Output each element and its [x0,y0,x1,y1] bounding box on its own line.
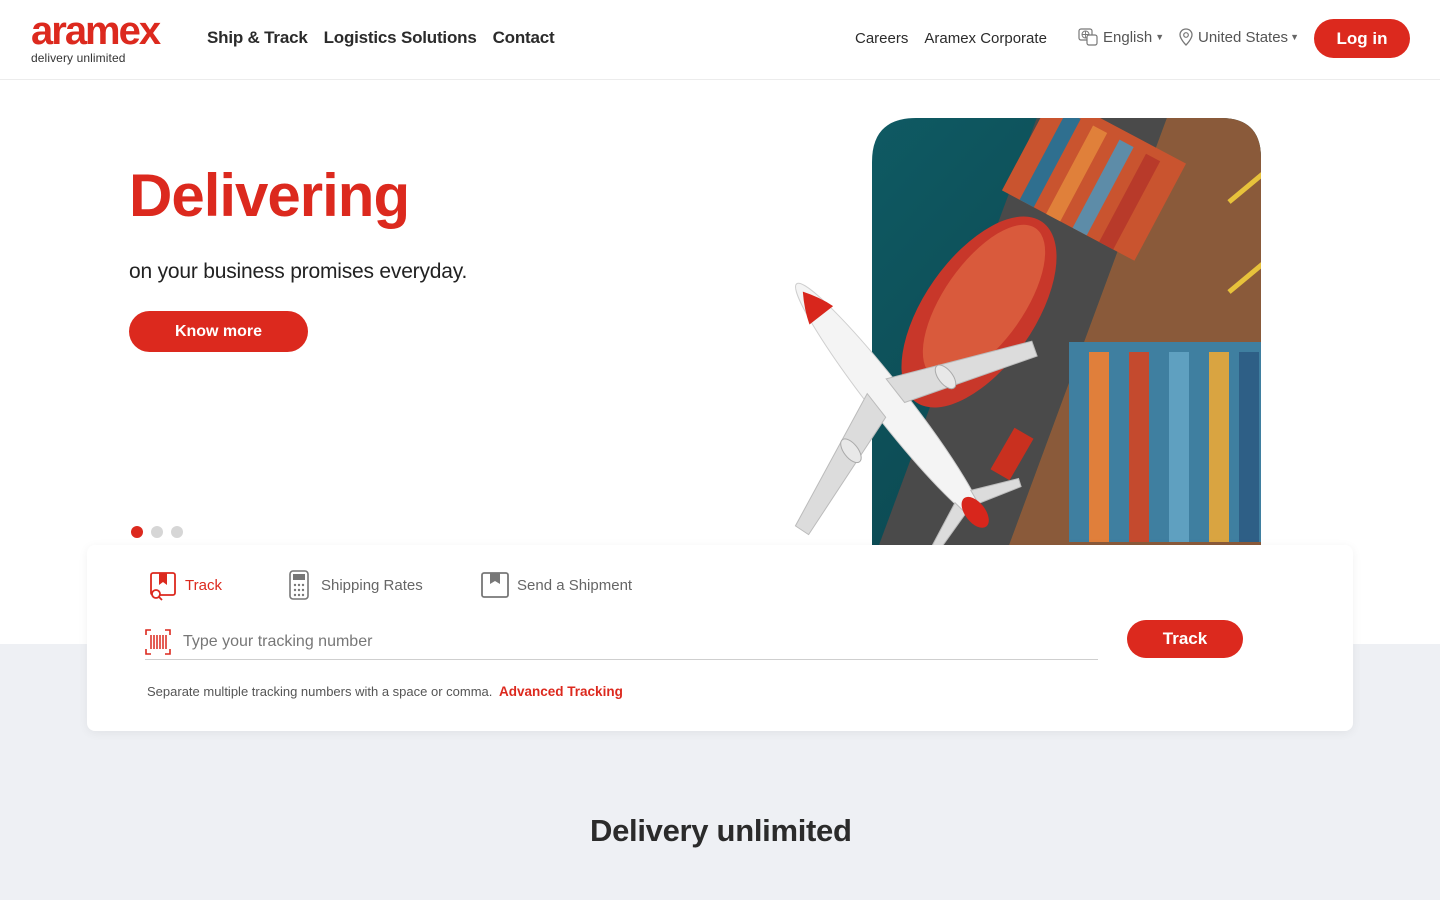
carousel-dot-3[interactable] [171,526,183,538]
nav-contact[interactable]: Contact [493,28,555,48]
location-pin-icon [1179,28,1193,46]
country-label: United States [1198,28,1289,46]
carousel-dot-1[interactable] [131,526,143,538]
tracking-input-row [145,624,1098,660]
track-button[interactable]: Track [1127,620,1243,658]
globe-icon [1078,28,1098,46]
barcode-icon [145,628,171,655]
language-label: English [1103,28,1153,46]
logo-wordmark: aramex [31,9,161,53]
chevron-down-icon: ▼ [1290,32,1299,42]
main-nav: Ship & Track Logistics Solutions Contact [207,28,555,48]
tracking-card: Track Shipping Rates Send a Shipment Tra… [87,545,1353,731]
tab-send-shipment-label: Send a Shipment [517,576,633,594]
nav-careers[interactable]: Careers [855,30,908,47]
nav-ship-track[interactable]: Ship & Track [207,28,308,48]
tracking-hint: Separate multiple tracking numbers with … [147,684,623,699]
calculator-icon [289,570,309,600]
logo-tagline: delivery unlimited [31,51,126,65]
tab-shipping-rates-label: Shipping Rates [321,576,423,594]
section-heading: Delivery unlimited [590,813,852,848]
nav-aramex-corporate[interactable]: Aramex Corporate [924,30,1047,47]
login-button[interactable]: Log in [1314,19,1410,58]
nav-logistics-solutions[interactable]: Logistics Solutions [324,28,477,48]
advanced-tracking-link[interactable]: Advanced Tracking [499,684,623,699]
chevron-down-icon: ▼ [1155,32,1165,42]
tab-track-label: Track [185,576,222,594]
package-icon [481,572,509,598]
carousel-dot-2[interactable] [151,526,163,538]
hero-image [709,112,1265,545]
hero-subtitle: on your business promises everyday. [129,260,468,283]
country-selector[interactable]: United States ▼ [1178,28,1299,46]
tracking-number-input[interactable] [183,632,1063,651]
know-more-button[interactable]: Know more [129,311,308,352]
tracking-hint-text: Separate multiple tracking numbers with … [147,684,493,699]
hero-title: Delivering [129,162,410,229]
secondary-nav: Careers Aramex Corporate [855,30,1047,47]
tab-shipping-rates[interactable]: Shipping Rates [283,569,423,601]
carousel-dots [131,526,183,538]
tab-track[interactable]: Track [147,569,222,601]
track-search-icon [150,572,176,601]
language-selector[interactable]: English ▼ [1078,28,1164,46]
aramex-logo[interactable]: aramex delivery unlimited [31,9,161,65]
tab-send-shipment[interactable]: Send a Shipment [479,569,632,601]
site-header: aramex delivery unlimited Ship & Track L… [0,0,1440,80]
